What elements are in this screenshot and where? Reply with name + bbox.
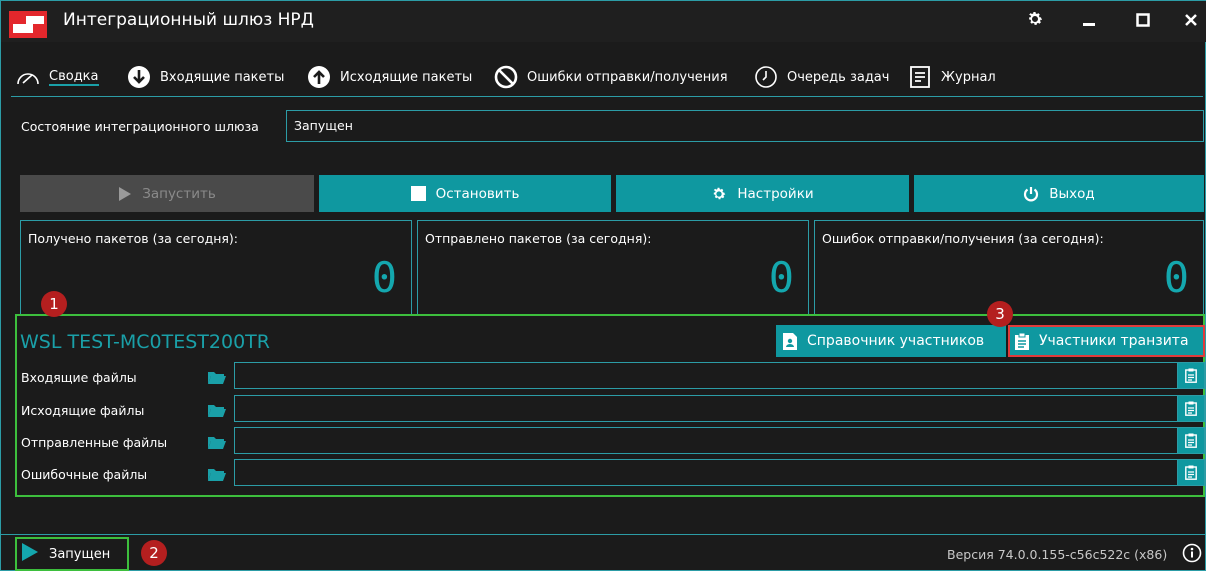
- tab-task-queue[interactable]: Очередь задач: [753, 60, 889, 94]
- annotation-marker: 2: [141, 540, 167, 566]
- sent-files-label: Отправленные файлы: [21, 435, 168, 450]
- outgoing-files-label: Исходящие файлы: [21, 403, 145, 418]
- transit-participants-label: Участники транзита: [1039, 333, 1189, 349]
- error-files-path[interactable]: [234, 459, 1205, 486]
- clipboard-icon[interactable]: [1177, 363, 1204, 388]
- stop-button[interactable]: Остановить: [319, 175, 611, 212]
- power-icon: [1023, 186, 1039, 202]
- close-button[interactable]: [1179, 10, 1203, 34]
- counter-value: 0: [371, 253, 397, 302]
- app-logo: [9, 11, 47, 38]
- status-divider: [1, 534, 1206, 535]
- version-text: Версия 74.0.0.155-c56c522c (x86): [947, 547, 1168, 562]
- folder-open-icon[interactable]: [208, 369, 226, 384]
- tab-label: Исходящие пакеты: [340, 69, 473, 85]
- ban-icon: [493, 64, 519, 90]
- incoming-files-label: Входящие файлы: [21, 370, 137, 385]
- tab-label: Ошибки отправки/получения: [527, 69, 728, 85]
- gear-icon: [711, 186, 727, 202]
- clock-icon: [753, 64, 779, 90]
- start-button-label: Запустить: [142, 185, 216, 202]
- tab-errors[interactable]: Ошибки отправки/получения: [493, 60, 728, 94]
- gear-icon[interactable]: [1023, 10, 1047, 34]
- address-book-icon: [783, 332, 797, 350]
- folder-open-icon[interactable]: [208, 402, 226, 417]
- counter-value: 0: [768, 253, 794, 302]
- exit-button-label: Выход: [1049, 185, 1095, 202]
- annotation-marker: 1: [41, 291, 67, 317]
- tab-incoming[interactable]: Входящие пакеты: [126, 60, 284, 94]
- gateway-state-field: Запущен: [286, 110, 1204, 142]
- minimize-button[interactable]: [1077, 10, 1101, 34]
- tab-log[interactable]: Журнал: [907, 60, 996, 94]
- window-title: Интеграционный шлюз НРД: [63, 10, 314, 30]
- maximize-button[interactable]: [1131, 10, 1155, 34]
- transit-participants-button[interactable]: Участники транзита: [1008, 325, 1205, 357]
- clipboard-icon[interactable]: [1177, 428, 1204, 453]
- tab-label: Журнал: [941, 69, 996, 85]
- counter-label: Получено пакетов (за сегодня):: [28, 231, 239, 246]
- gateway-state-label: Состояние интеграционного шлюза: [21, 119, 259, 134]
- clipboard-icon[interactable]: [1177, 460, 1204, 485]
- folder-open-icon[interactable]: [208, 434, 226, 449]
- status-text: Запущен: [49, 546, 111, 562]
- status-indicator: Запущен: [15, 537, 129, 571]
- clipboard-icon: [1015, 332, 1029, 350]
- received-packets-counter: Получено пакетов (за сегодня): 0: [20, 220, 412, 314]
- tab-summary[interactable]: Сводка: [15, 60, 99, 94]
- tab-bar: Сводка Входящие пакеты Исходящие пакеты …: [11, 60, 1201, 94]
- arrow-down-circle-icon: [126, 64, 152, 90]
- gauge-icon: [15, 64, 41, 90]
- settings-button[interactable]: Настройки: [616, 175, 909, 212]
- arrow-up-circle-icon: [306, 64, 332, 90]
- stop-icon: [410, 186, 426, 201]
- tab-label: Очередь задач: [787, 69, 890, 85]
- settings-button-label: Настройки: [737, 185, 814, 202]
- tab-label: Входящие пакеты: [160, 69, 285, 85]
- annotation-marker: 3: [987, 301, 1013, 327]
- play-icon: [21, 543, 39, 565]
- play-icon: [118, 186, 132, 201]
- tab-label: Сводка: [49, 68, 99, 86]
- title-bar: Интеграционный шлюз НРД: [1, 0, 1206, 42]
- outgoing-files-path[interactable]: [234, 395, 1205, 422]
- counter-label: Ошибок отправки/получения (за сегодня):: [822, 231, 1104, 246]
- errors-counter: Ошибок отправки/получения (за сегодня): …: [814, 220, 1204, 314]
- app-window: Интеграционный шлюз НРД Сводка Входящие …: [0, 0, 1206, 571]
- sent-files-path[interactable]: [234, 427, 1205, 454]
- info-icon[interactable]: [1182, 543, 1202, 563]
- node-title: WSL TEST-MC0TEST200TR: [20, 331, 270, 353]
- participants-directory-button[interactable]: Справочник участников: [776, 325, 1006, 357]
- sent-packets-counter: Отправлено пакетов (за сегодня): 0: [417, 220, 809, 314]
- clipboard-icon[interactable]: [1177, 396, 1204, 421]
- tab-divider: [11, 96, 1203, 97]
- incoming-files-path[interactable]: [234, 362, 1205, 389]
- log-icon: [907, 64, 933, 90]
- counter-value: 0: [1163, 253, 1189, 302]
- counter-label: Отправлено пакетов (за сегодня):: [425, 231, 652, 246]
- error-files-label: Ошибочные файлы: [21, 467, 148, 482]
- participants-directory-label: Справочник участников: [807, 333, 985, 349]
- start-button[interactable]: Запустить: [20, 175, 314, 212]
- tab-outgoing[interactable]: Исходящие пакеты: [306, 60, 472, 94]
- folder-open-icon[interactable]: [208, 466, 226, 481]
- exit-button[interactable]: Выход: [914, 175, 1204, 212]
- stop-button-label: Остановить: [435, 185, 520, 202]
